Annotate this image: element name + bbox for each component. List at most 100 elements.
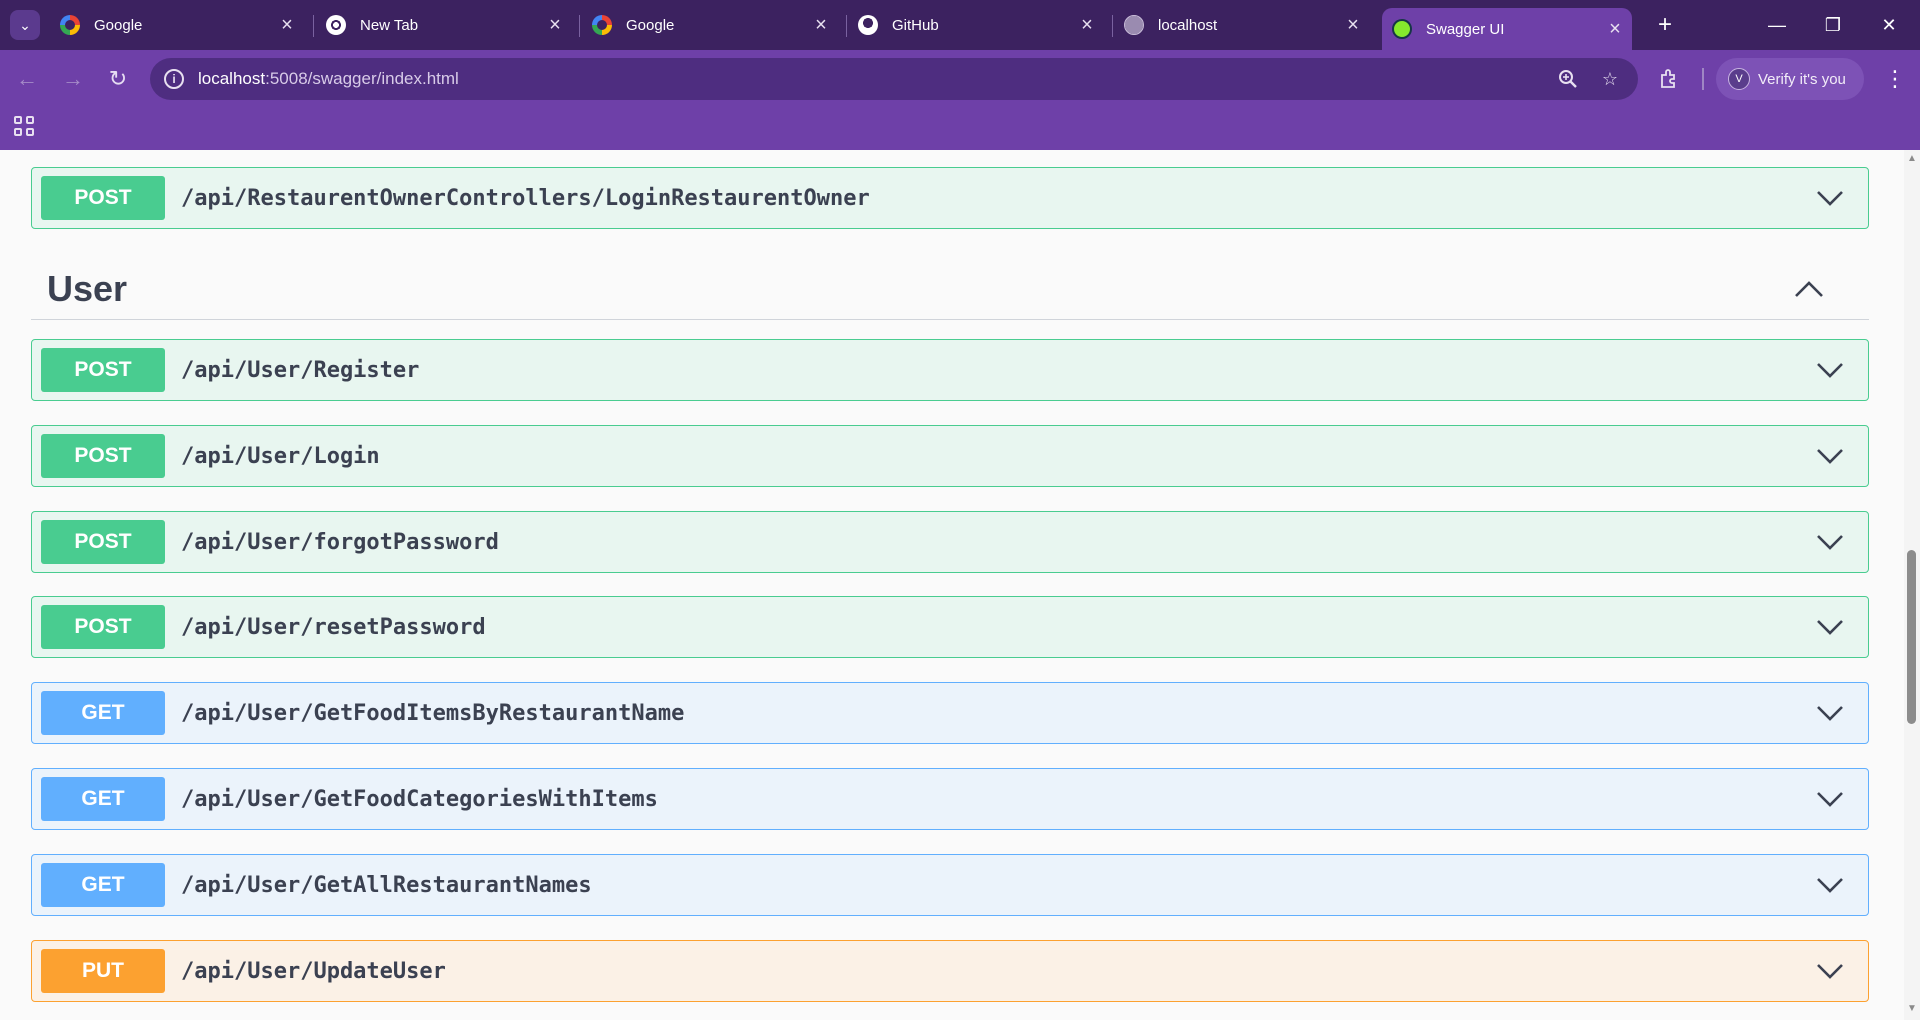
- close-icon[interactable]: ×: [1076, 14, 1098, 36]
- tab-swagger-ui[interactable]: Swagger UI ×: [1382, 8, 1632, 50]
- operation-path: /api/RestaurentOwnerControllers/LoginRes…: [181, 185, 870, 211]
- url-text[interactable]: localhost:5008/swagger/index.html: [198, 69, 1554, 89]
- close-icon[interactable]: ×: [544, 14, 566, 36]
- arrow-left-icon: ←: [16, 66, 38, 91]
- operation-get-all-restaurant-names[interactable]: GET /api/User/GetAllRestaurantNames: [31, 854, 1869, 916]
- operation-login-restaurent-owner[interactable]: POST /api/RestaurentOwnerControllers/Log…: [31, 167, 1869, 229]
- google-icon: [592, 15, 612, 35]
- close-icon: ✕: [1881, 14, 1897, 35]
- globe-icon: [1124, 15, 1144, 35]
- chevron-down-icon[interactable]: [1810, 178, 1850, 218]
- chevron-down-icon[interactable]: [1810, 436, 1850, 476]
- close-icon[interactable]: ×: [810, 14, 832, 36]
- chevron-down-icon[interactable]: [1810, 951, 1850, 991]
- http-method-badge: POST: [41, 605, 165, 649]
- http-method-badge: PUT: [41, 949, 165, 993]
- site-info-icon[interactable]: i: [164, 69, 184, 89]
- tab-github[interactable]: GitHub ×: [858, 8, 1098, 42]
- operation-get-food-items-by-restaurant-name[interactable]: GET /api/User/GetFoodItemsByRestaurantNa…: [31, 682, 1869, 744]
- operation-path: /api/User/GetAllRestaurantNames: [181, 872, 592, 898]
- tab-new-tab[interactable]: New Tab ×: [326, 8, 566, 42]
- tab-label: Swagger UI: [1426, 20, 1505, 38]
- swagger-page: POST /api/RestaurentOwnerControllers/Log…: [0, 150, 1904, 1020]
- plus-icon: +: [1657, 11, 1672, 38]
- tab-divider: [1112, 15, 1113, 37]
- tab-label: Google: [94, 16, 143, 34]
- operation-forgot-password[interactable]: POST /api/User/forgotPassword: [31, 511, 1869, 573]
- reload-button[interactable]: ↻: [103, 64, 133, 94]
- chevron-down-icon[interactable]: [1810, 522, 1850, 562]
- extensions-icon[interactable]: [1654, 64, 1684, 94]
- operation-path: /api/User/GetFoodItemsByRestaurantName: [181, 700, 685, 726]
- operation-path: /api/User/GetFoodCategoriesWithItems: [181, 786, 658, 812]
- operation-update-user[interactable]: PUT /api/User/UpdateUser: [31, 940, 1869, 1002]
- back-button[interactable]: ←: [12, 64, 42, 94]
- forward-button[interactable]: →: [58, 64, 88, 94]
- tab-label: localhost: [1158, 16, 1218, 34]
- tab-label: GitHub: [892, 16, 939, 34]
- tab-label: New Tab: [360, 16, 419, 34]
- close-icon[interactable]: ×: [1604, 18, 1626, 40]
- http-method-badge: GET: [41, 863, 165, 907]
- scrollbar-thumb[interactable]: [1907, 550, 1916, 724]
- toolbar-divider: [1702, 68, 1704, 90]
- operation-path: /api/User/UpdateUser: [181, 958, 446, 984]
- close-icon[interactable]: ×: [276, 14, 298, 36]
- chrome-icon: [326, 15, 346, 35]
- tab-search-button[interactable]: ⌄: [10, 10, 40, 40]
- minimize-button[interactable]: —: [1762, 10, 1792, 40]
- http-method-badge: POST: [41, 434, 165, 478]
- browser-menu-button[interactable]: ⋮: [1880, 64, 1910, 94]
- http-method-badge: GET: [41, 691, 165, 735]
- page-scrollbar[interactable]: ▲ ▼: [1904, 150, 1920, 1020]
- operation-path: /api/User/forgotPassword: [181, 529, 499, 555]
- restore-button[interactable]: ❐: [1818, 10, 1848, 40]
- github-icon: [858, 15, 878, 35]
- operation-path: /api/User/Register: [181, 357, 420, 383]
- url-path: :5008/swagger/index.html: [265, 69, 459, 88]
- chevron-down-icon[interactable]: [1810, 693, 1850, 733]
- browser-toolbar: ← → ↻ i localhost:5008/swagger/index.htm…: [0, 50, 1920, 108]
- swagger-icon: [1392, 19, 1412, 39]
- new-tab-button[interactable]: +: [1652, 11, 1678, 38]
- tab-localhost[interactable]: localhost ×: [1124, 8, 1364, 42]
- scroll-down-arrow-icon[interactable]: ▼: [1907, 1004, 1917, 1014]
- tag-title: User: [47, 267, 128, 309]
- tab-divider: [313, 15, 314, 37]
- operation-get-food-categories-with-items[interactable]: GET /api/User/GetFoodCategoriesWithItems: [31, 768, 1869, 830]
- operation-reset-password[interactable]: POST /api/User/resetPassword: [31, 596, 1869, 658]
- scroll-up-arrow-icon[interactable]: ▲: [1907, 154, 1917, 164]
- chevron-down-icon[interactable]: [1810, 865, 1850, 905]
- close-icon[interactable]: ×: [1342, 14, 1364, 36]
- chevron-up-icon[interactable]: [1789, 269, 1829, 309]
- operation-path: /api/User/Login: [181, 443, 380, 469]
- verify-identity-button[interactable]: V Verify it's you: [1716, 58, 1864, 100]
- http-method-badge: GET: [41, 777, 165, 821]
- address-bar[interactable]: i localhost:5008/swagger/index.html ☆: [150, 58, 1638, 100]
- minimize-icon: —: [1768, 14, 1786, 35]
- operation-register[interactable]: POST /api/User/Register: [31, 339, 1869, 401]
- arrow-right-icon: →: [62, 66, 84, 91]
- operation-login[interactable]: POST /api/User/Login: [31, 425, 1869, 487]
- tab-divider: [579, 15, 580, 37]
- avatar: V: [1728, 68, 1750, 90]
- tab-label: Google: [626, 16, 675, 34]
- apps-grid-icon[interactable]: [14, 116, 34, 136]
- tab-strip: ⌄ Google × New Tab × Google × GitHub × l…: [0, 0, 1920, 50]
- tag-section-user[interactable]: User: [31, 258, 1869, 320]
- chevron-down-icon[interactable]: [1810, 350, 1850, 390]
- zoom-icon[interactable]: [1554, 65, 1582, 93]
- bookmarks-bar: [0, 108, 1920, 150]
- operation-path: /api/User/resetPassword: [181, 614, 486, 640]
- bookmark-star-icon[interactable]: ☆: [1596, 65, 1624, 93]
- tab-google-1[interactable]: Google ×: [58, 8, 298, 42]
- http-method-badge: POST: [41, 520, 165, 564]
- tab-google-2[interactable]: Google ×: [592, 8, 832, 42]
- url-host: localhost: [198, 69, 266, 88]
- close-window-button[interactable]: ✕: [1874, 10, 1904, 40]
- http-method-badge: POST: [41, 348, 165, 392]
- chevron-down-icon[interactable]: [1810, 779, 1850, 819]
- chevron-down-icon: ⌄: [19, 16, 31, 33]
- tab-divider: [846, 15, 847, 37]
- chevron-down-icon[interactable]: [1810, 607, 1850, 647]
